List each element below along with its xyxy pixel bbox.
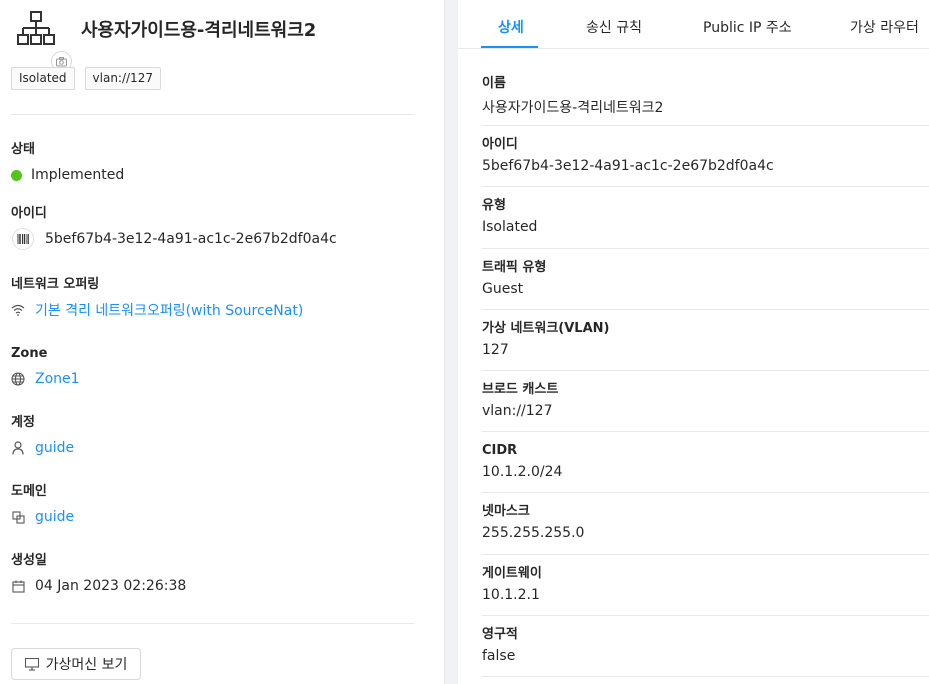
created-label: 생성일 bbox=[11, 553, 47, 568]
detail-label: 이름 bbox=[482, 76, 506, 91]
zone-link[interactable]: Zone1 bbox=[35, 371, 80, 387]
network-offering-label: 네트워크 오퍼링 bbox=[11, 277, 100, 292]
account-label: 계정 bbox=[11, 415, 35, 430]
network-offering-link[interactable]: 기본 격리 네트워크오퍼링(with SourceNat) bbox=[35, 300, 303, 320]
resource-summary-card: 사용자가이드용-격리네트워크2 Isolated vlan://127 상태 I… bbox=[0, 0, 445, 684]
detail-label: 가상 네트워크(VLAN) bbox=[482, 320, 610, 336]
detail-label: 트래픽 유형 bbox=[482, 259, 547, 275]
page-title: 사용자가이드용-격리네트워크2 bbox=[81, 20, 317, 41]
list-item: 아이디 5bef67b4-3e12-4a91-ac1c-2e67b2df0a4c bbox=[482, 126, 929, 188]
detail-value: 127 bbox=[482, 341, 509, 358]
list-item: 가상 네트워크(VLAN) 127 bbox=[482, 310, 929, 371]
desktop-icon bbox=[24, 657, 39, 671]
type-tag: Isolated bbox=[11, 67, 75, 90]
divider bbox=[11, 623, 414, 624]
created-value: 04 Jan 2023 02:26:38 bbox=[35, 578, 187, 594]
tab-details[interactable]: 상세 bbox=[498, 17, 524, 37]
detail-label: 유형 bbox=[482, 198, 506, 214]
list-item: 브로드 캐스트 vlan://127 bbox=[482, 371, 929, 433]
account-link[interactable]: guide bbox=[35, 440, 74, 456]
list-item: 유형 Isolated bbox=[482, 187, 929, 249]
network-offering-section: 네트워크 오퍼링 기본 격리 네트워크오퍼링(with SourceNat) bbox=[11, 276, 431, 320]
view-vms-button[interactable]: 가상머신 보기 bbox=[11, 648, 141, 680]
camera-icon bbox=[56, 56, 67, 66]
list-item: 게이트웨이 10.1.2.1 bbox=[482, 555, 929, 616]
vlan-tag: vlan://127 bbox=[84, 67, 161, 90]
list-item: 넷마스크 255.255.255.0 bbox=[482, 493, 929, 555]
tab-virtual-router[interactable]: 가상 라우터 bbox=[850, 17, 919, 37]
domain-label: 도메인 bbox=[11, 484, 47, 499]
detail-value: 10.1.2.0/24 bbox=[482, 464, 563, 481]
detail-label: 브로드 캐스트 bbox=[482, 381, 559, 397]
list-item: CIDR 10.1.2.0/24 bbox=[482, 432, 929, 494]
detail-label: 게이트웨이 bbox=[482, 565, 542, 581]
id-label: 아이디 bbox=[11, 206, 47, 221]
detail-label: 넷마스크 bbox=[482, 504, 530, 520]
view-vms-label: 가상머신 보기 bbox=[45, 657, 128, 673]
user-icon bbox=[11, 441, 25, 455]
detail-value: 10.1.2.1 bbox=[482, 586, 540, 603]
status-label: 상태 bbox=[11, 142, 35, 157]
detail-label: 아이디 bbox=[482, 137, 518, 153]
detail-value: Guest bbox=[482, 280, 524, 297]
detail-label: CIDR bbox=[482, 443, 518, 459]
tab-egress-rules[interactable]: 송신 규칙 bbox=[586, 17, 642, 37]
globe-icon bbox=[11, 372, 25, 386]
domain-link[interactable]: guide bbox=[35, 509, 74, 525]
detail-label: 영구적 bbox=[482, 626, 518, 642]
block-icon bbox=[11, 510, 25, 524]
list-item: 트래픽 유형 Guest bbox=[482, 249, 929, 310]
account-section: 계정 guide bbox=[11, 414, 431, 458]
detail-value: 255.255.255.0 bbox=[482, 525, 585, 542]
detail-value: 사용자가이드용-격리네트워크2 bbox=[482, 100, 664, 116]
detail-value: false bbox=[482, 647, 516, 664]
list-item: 이름 사용자가이드용-격리네트워크2 bbox=[482, 65, 929, 127]
status-section: 상태 Implemented bbox=[11, 141, 431, 185]
tab-public-ip[interactable]: Public IP 주소 bbox=[703, 17, 792, 37]
created-section: 생성일 04 Jan 2023 02:26:38 bbox=[11, 552, 431, 596]
id-section: 아이디 5bef67b4-3e12-4a91-ac1c-2e67b2df0a4c bbox=[11, 205, 431, 250]
zone-section: Zone Zone1 bbox=[11, 345, 431, 389]
barcode-icon[interactable] bbox=[11, 228, 35, 250]
active-tab-indicator bbox=[481, 46, 538, 48]
status-dot-icon bbox=[11, 169, 22, 181]
tab-bar: 상세 송신 규칙 Public IP 주소 가상 라우터 bbox=[458, 0, 929, 49]
zone-label: Zone bbox=[11, 346, 48, 361]
detail-value: vlan://127 bbox=[482, 402, 553, 419]
wifi-icon bbox=[11, 303, 25, 317]
network-icon bbox=[17, 11, 55, 45]
domain-section: 도메인 guide bbox=[11, 483, 431, 527]
status-value: Implemented bbox=[31, 167, 125, 183]
id-value: 5bef67b4-3e12-4a91-ac1c-2e67b2df0a4c bbox=[45, 231, 337, 247]
detail-card: 상세 송신 규칙 Public IP 주소 가상 라우터 이름 사용자가이드용-… bbox=[458, 0, 929, 684]
calendar-icon bbox=[11, 579, 25, 593]
details-list: 이름 사용자가이드용-격리네트워크2 아이디 5bef67b4-3e12-4a9… bbox=[482, 65, 929, 677]
list-item: 영구적 false bbox=[482, 616, 929, 677]
detail-value: 5bef67b4-3e12-4a91-ac1c-2e67b2df0a4c bbox=[482, 158, 774, 175]
tag-list: Isolated vlan://127 bbox=[11, 67, 161, 90]
divider bbox=[11, 114, 414, 115]
detail-value: Isolated bbox=[482, 219, 538, 236]
